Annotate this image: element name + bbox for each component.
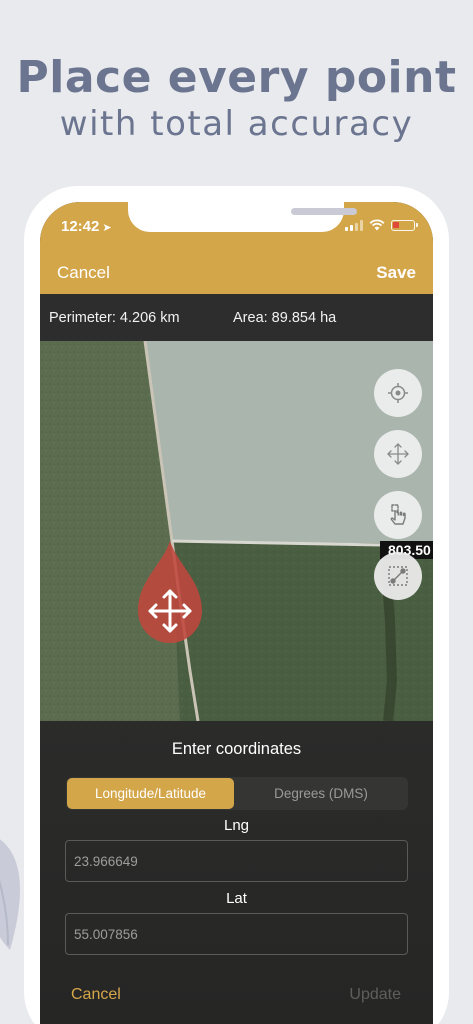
edit-shape-button[interactable] (374, 552, 422, 600)
marketing-headline: Place every point with total accuracy (0, 52, 473, 144)
cancel-button[interactable]: Cancel (57, 263, 110, 283)
panel-title: Enter coordinates (171, 740, 302, 758)
panel-cancel-button[interactable]: Cancel (71, 986, 121, 1004)
satellite-map[interactable]: 803.50 (40, 341, 433, 721)
measurement-bar: Perimeter: 4.206 km Area: 89.854 ha (40, 294, 433, 341)
status-icons (345, 219, 418, 231)
tab-longitude-latitude[interactable]: Longitude/Latitude (67, 778, 234, 809)
select-tool-button[interactable] (374, 491, 422, 539)
status-time: 12:42 ➤ (61, 218, 112, 235)
point-marker[interactable] (138, 541, 202, 647)
update-button[interactable]: Update (349, 986, 401, 1004)
wifi-icon (369, 219, 385, 231)
lat-input[interactable] (65, 913, 408, 955)
move-icon (387, 443, 409, 465)
tab-degrees-dms[interactable]: Degrees (DMS) (236, 778, 406, 809)
edit-polygon-icon (388, 566, 408, 586)
coordinate-format-toggle: Longitude/Latitude Degrees (DMS) (66, 777, 408, 810)
move-tool-button[interactable] (374, 430, 422, 478)
top-bar: 12:42 ➤ Cancel Save (40, 202, 433, 294)
save-button[interactable]: Save (376, 263, 416, 283)
status-time-text: 12:42 (61, 218, 100, 235)
hand-pointer-icon (390, 504, 406, 525)
lat-label: Lat (226, 890, 247, 907)
headline-subtitle: with total accuracy (59, 104, 414, 144)
locate-button[interactable] (374, 369, 422, 417)
location-arrow-icon: ➤ (102, 222, 112, 234)
coordinates-panel: Enter coordinates Longitude/Latitude Deg… (40, 721, 433, 1024)
lng-label: Lng (223, 817, 250, 834)
phone-notch (128, 202, 357, 232)
headline-title: Place every point (16, 52, 457, 103)
battery-icon (391, 219, 418, 231)
area-label: Area: 89.854 ha (233, 310, 337, 326)
speaker-grille (291, 208, 357, 215)
app-screen: 12:42 ➤ Cancel Save Perimeter: 4.206 km A… (40, 202, 433, 1024)
cellular-signal-icon (345, 219, 363, 231)
locate-icon (388, 383, 408, 403)
perimeter-label: Perimeter: 4.206 km (49, 310, 180, 326)
lng-input[interactable] (65, 840, 408, 882)
